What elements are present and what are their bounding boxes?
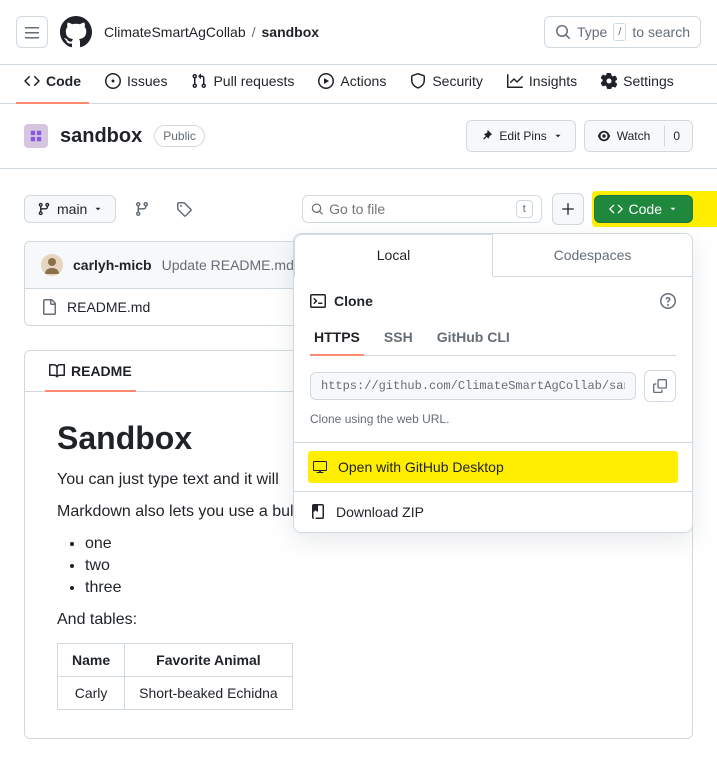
clone-tab-ssh[interactable]: SSH	[380, 323, 417, 355]
code-button[interactable]: Code	[594, 195, 693, 223]
search-text-suffix: to search	[632, 24, 690, 40]
chevron-down-icon	[553, 131, 563, 141]
hamburger-icon	[24, 24, 40, 40]
actions-icon	[318, 73, 334, 89]
toolbar: main t Code	[24, 193, 693, 225]
dd-tab-local[interactable]: Local	[294, 234, 493, 277]
copy-icon	[653, 379, 667, 393]
repo-header: sandbox Public Edit Pins Watch 0	[0, 104, 717, 169]
search-kbd: /	[613, 23, 626, 41]
tags-link[interactable]	[168, 193, 200, 225]
tag-icon	[176, 201, 192, 217]
td: Short-beaked Echidna	[125, 677, 293, 710]
zip-icon	[310, 504, 326, 520]
td: Carly	[58, 677, 125, 710]
th: Name	[58, 644, 125, 677]
chevron-down-icon	[668, 204, 678, 214]
readme-list: one two three	[85, 535, 660, 597]
branch-icon	[134, 201, 150, 217]
clone-help: Clone using the web URL.	[310, 412, 676, 426]
breadcrumb: ClimateSmartAgCollab / sandbox	[104, 24, 532, 40]
breadcrumb-repo[interactable]: sandbox	[262, 24, 320, 40]
t-kbd: t	[516, 200, 532, 218]
insights-icon	[507, 73, 523, 89]
chevron-down-icon	[93, 204, 103, 214]
visibility-badge: Public	[154, 125, 205, 147]
tab-actions[interactable]: Actions	[310, 65, 394, 103]
pulls-icon	[191, 73, 207, 89]
help-icon[interactable]	[660, 293, 676, 309]
tab-issues[interactable]: Issues	[97, 65, 175, 103]
edit-pins-button[interactable]: Edit Pins	[466, 120, 575, 152]
clone-title: Clone	[334, 293, 373, 309]
th: Favorite Animal	[125, 644, 293, 677]
tab-settings[interactable]: Settings	[593, 65, 682, 103]
branches-link[interactable]	[126, 193, 158, 225]
breadcrumb-sep: /	[252, 24, 256, 40]
search-text-prefix: Type	[577, 24, 607, 40]
book-icon	[49, 363, 65, 379]
list-item: one	[85, 535, 660, 553]
branch-button[interactable]: main	[24, 195, 116, 223]
tab-pulls[interactable]: Pull requests	[183, 65, 302, 103]
readme-table: Name Favorite Animal Carly Short-beaked …	[57, 643, 293, 710]
readme-tab[interactable]: README	[37, 351, 144, 391]
code-dropdown: Local Codespaces Clone HTTPS SSH GitHub …	[293, 233, 693, 533]
file-search-input[interactable]	[329, 201, 510, 217]
clone-url-input[interactable]	[310, 372, 636, 400]
commit-author[interactable]: carlyh-micb	[73, 257, 152, 273]
watch-button[interactable]: Watch 0	[584, 120, 693, 152]
terminal-icon	[310, 293, 326, 309]
shield-icon	[410, 73, 426, 89]
copy-url-button[interactable]	[644, 370, 676, 402]
search-icon	[555, 24, 571, 40]
search-button[interactable]: Type / to search	[544, 16, 701, 48]
nav-tabs: Code Issues Pull requests Actions Securi…	[0, 65, 717, 104]
code-icon	[609, 202, 623, 216]
add-file-button[interactable]	[552, 193, 584, 225]
file-search[interactable]: t	[302, 195, 542, 223]
list-item: three	[85, 579, 660, 597]
hamburger-menu[interactable]	[16, 16, 48, 48]
dd-tab-codespaces[interactable]: Codespaces	[493, 234, 692, 276]
tab-code[interactable]: Code	[16, 65, 89, 103]
repo-icon	[24, 124, 48, 148]
list-item: two	[85, 557, 660, 575]
eye-icon	[597, 129, 611, 143]
issues-icon	[105, 73, 121, 89]
branch-icon	[37, 202, 51, 216]
search-icon	[311, 202, 324, 216]
github-logo[interactable]	[60, 16, 92, 48]
pin-icon	[479, 129, 493, 143]
readme-p3: And tables:	[57, 611, 660, 629]
plus-icon	[561, 202, 575, 216]
repo-name[interactable]: sandbox	[60, 125, 142, 148]
tab-security[interactable]: Security	[402, 65, 491, 103]
download-zip-item[interactable]: Download ZIP	[294, 492, 692, 532]
commit-message[interactable]: Update README.md	[162, 257, 294, 273]
desktop-icon	[312, 459, 328, 475]
file-icon	[41, 299, 57, 315]
breadcrumb-owner[interactable]: ClimateSmartAgCollab	[104, 24, 246, 40]
file-name[interactable]: README.md	[67, 299, 150, 315]
tab-insights[interactable]: Insights	[499, 65, 585, 103]
gear-icon	[601, 73, 617, 89]
open-desktop-item[interactable]: Open with GitHub Desktop	[308, 451, 678, 483]
avatar[interactable]	[41, 254, 63, 276]
code-icon	[24, 73, 40, 89]
github-icon	[60, 16, 92, 48]
clone-tab-https[interactable]: HTTPS	[310, 323, 364, 355]
clone-tab-cli[interactable]: GitHub CLI	[433, 323, 514, 355]
